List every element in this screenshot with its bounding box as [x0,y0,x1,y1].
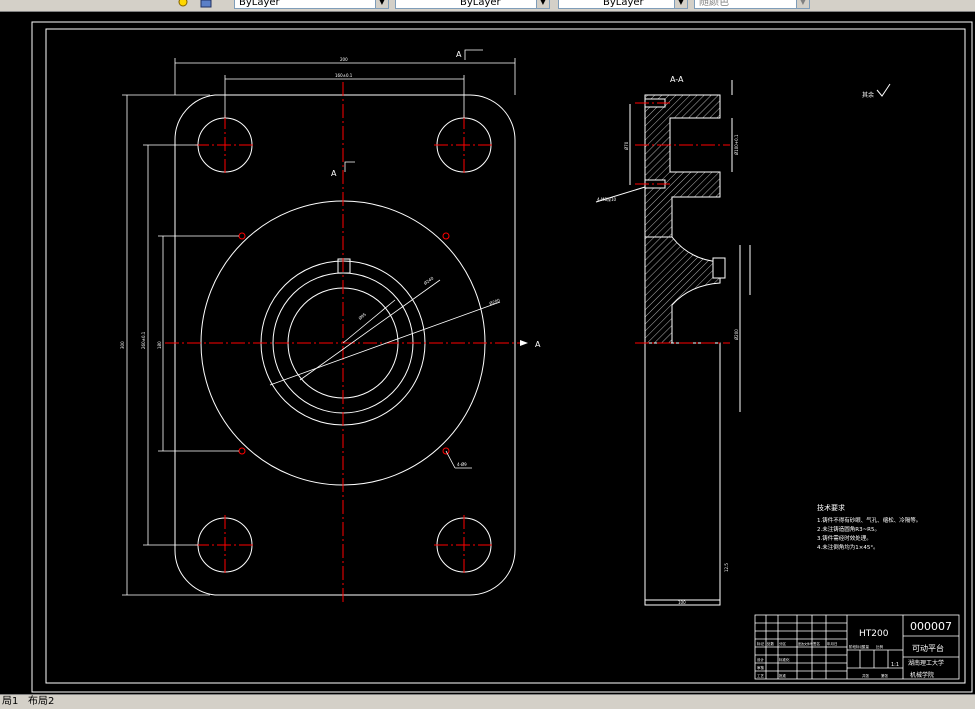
roughness-symbol-icon [876,83,891,97]
sec-dim-side: 12.5 [724,563,729,572]
chevron-down-icon[interactable]: ▼ [375,0,388,8]
tb-label: 设计 [757,657,765,662]
sec-dim-1: Ø70 [624,141,629,150]
roughness-note-text: 其余 [862,91,874,99]
dim-hole: 4-Ø9 [457,462,467,467]
dim-r-large: Ø200 [489,297,501,306]
tech-requirements: 技术要求 1.铸件不得有砂眼、气孔、缩松、冷隔等。 2.未注铸造圆角R3~R5。… [817,503,921,551]
tb-label: 处数 [767,641,775,646]
tb-label: 更改文件号 [798,641,813,646]
part-name: 可动平台 [912,643,944,653]
lineweight-control-combo[interactable]: ByLayer ▼ [558,0,688,9]
lineweight-control-value: ByLayer [603,0,644,8]
section-upper-hatch [644,94,721,238]
tab-layout1[interactable]: 局1 [0,695,20,708]
section-view-title: A-A [670,75,684,84]
chevron-down-icon[interactable]: ▼ [796,0,809,8]
title-block-texts: HT200 000007 可动平台 湖南理工大学 机械学院 1:1 标记 处数 … [757,620,952,679]
linetype-control-value: ByLayer [460,0,501,8]
sec-dim-4: 4-M8深10 [597,196,617,202]
tb-label: 第张 [881,673,889,678]
sec-dim-2: Ø100+0.1 [734,134,739,155]
bolt-hole [238,232,246,240]
layer-stack-icon[interactable] [200,0,212,9]
sheet-outer-border [31,21,973,693]
tech-title: 技术要求 [817,503,845,512]
school: 湖南理工大学 [908,659,944,667]
keyway-section [712,257,726,279]
tb-label: 标准化 [779,657,790,662]
plotstyle-control-value: 随颜色 [699,0,729,8]
roughness-note: 其余 [862,83,891,99]
chevron-down-icon[interactable]: ▼ [674,0,687,8]
tb-label: 重量 [862,644,870,649]
dim-top-inner: 160±0.1 [335,73,353,78]
sec-dim-bottom: 100 [678,600,686,605]
color-control-value: ByLayer [239,0,280,8]
dim-r-inner: Ø95 [357,311,367,320]
tb-label: 比例 [876,644,884,649]
chevron-down-icon[interactable]: ▼ [536,0,549,8]
layout-tab-bar: 局1 布局2 [0,694,975,709]
linetype-control-combo[interactable]: ByLayer ▼ [395,0,550,9]
dim-left-outer: 300 [120,341,125,349]
tb-label: 共张 [862,673,870,678]
material: HT200 [859,629,889,639]
major: 机械学院 [910,671,934,679]
scale: 1:1 [891,662,899,668]
tb-label: 标记 [757,641,765,646]
section-label-mid: A [331,169,337,178]
tab-layout2[interactable]: 布局2 [26,695,56,708]
section-lower-hatch [644,236,721,344]
cad-drawing: 200 160±0.1 300 260±0.1 180 Ø200 Ø240 Ø9… [31,21,973,693]
dim-left-inner: 260±0.1 [141,331,146,349]
tb-label: 签名 [813,641,820,646]
tb-label: 审核 [757,665,765,670]
plotstyle-control-combo[interactable]: 随颜色 ▼ [694,0,810,9]
tech-item-1: 1.铸件不得有砂眼、气孔、缩松、冷隔等。 [817,516,921,524]
front-dimension-lines [122,49,516,596]
tech-item-3: 3.铸件需经时效处理。 [817,534,872,542]
dim-r-outer: Ø240 [423,275,435,286]
color-control-combo[interactable]: ByLayer ▼ [234,0,389,9]
section-label-right: A [535,340,541,349]
section-base-outline [644,342,721,606]
tech-item-4: 4.未注倒角均为1×45°。 [817,543,879,551]
dim-left-mid: 180 [157,341,162,349]
drawing-canvas[interactable]: 200 160±0.1 300 260±0.1 180 Ø200 Ø240 Ø9… [0,12,975,694]
tech-item-2: 2.未注铸造圆角R3~R5。 [817,525,880,533]
tb-label: 年月日 [827,641,838,646]
section-label-top: A [456,50,462,59]
bolt-hole [238,447,246,455]
dim-top-outer: 200 [340,57,348,62]
drawing-number: 000007 [910,620,952,633]
bolt-hole [442,232,450,240]
sheet-inner-border [45,28,966,684]
sec-dim-3: Ø200 [734,329,739,340]
tb-label: 分区 [779,641,787,646]
tb-label: 批准 [779,673,787,678]
front-centerlines [165,82,525,605]
lightbulb-icon[interactable] [177,0,189,9]
tb-label: 工艺 [757,673,765,678]
section-arrow-icon [520,340,528,346]
properties-toolbar: ByLayer ▼ ByLayer ▼ ByLayer ▼ 随颜色 ▼ [0,0,975,12]
